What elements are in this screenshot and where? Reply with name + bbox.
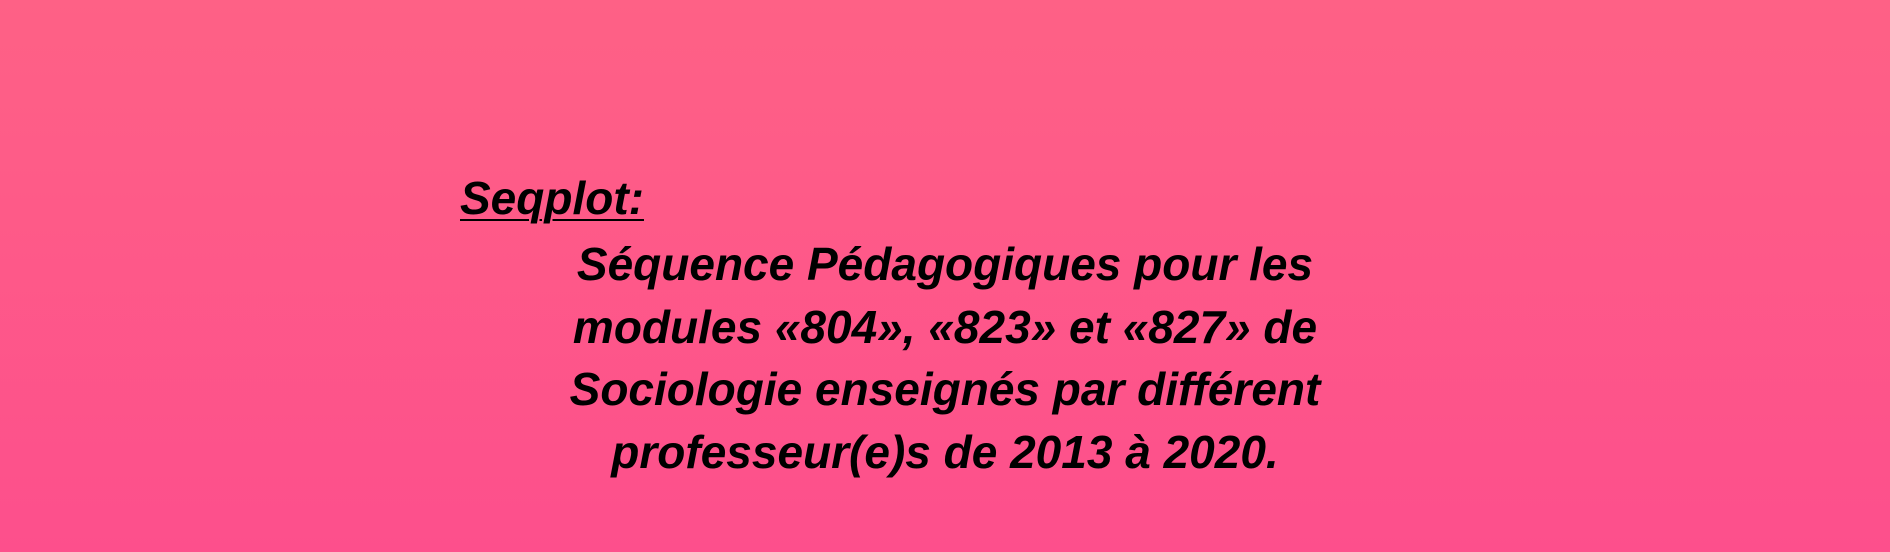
slide-heading: Seqplot: <box>460 172 644 224</box>
description-line: professeur(e)s de 2013 à 2020. <box>611 425 1279 478</box>
description-line: Sociologie enseignés par différent <box>569 363 1321 415</box>
slide-description: Séquence Pédagogiques pour les modules «… <box>420 233 1470 483</box>
slide-canvas: Seqplot: Séquence Pédagogiques pour les … <box>0 0 1890 552</box>
description-line: Séquence Pédagogiques pour les <box>576 238 1314 290</box>
description-line: modules «804», «823» et «827» de <box>572 300 1318 353</box>
